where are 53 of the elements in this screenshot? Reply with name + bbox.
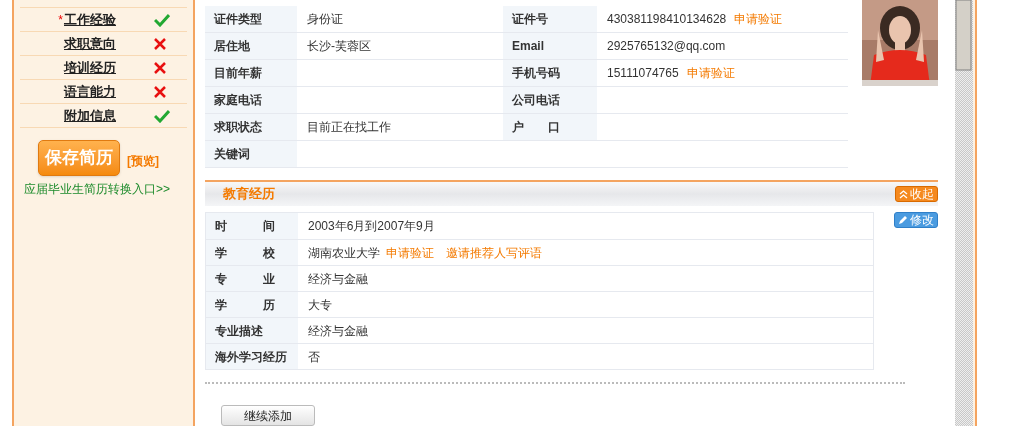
field-label: 海外学习经历 <box>206 344 298 369</box>
check-icon <box>154 12 170 27</box>
double-chevron-up-icon <box>899 189 908 199</box>
field-label: 目前年薪 <box>205 60 297 86</box>
section-link[interactable]: 工作经验 <box>64 9 154 30</box>
field-value: 经济与金融 <box>308 270 368 288</box>
section-link[interactable]: 培训经历 <box>64 57 154 78</box>
field-label: 公司电话 <box>503 87 597 113</box>
section-link[interactable]: 附加信息 <box>64 105 154 126</box>
field-label: 居住地 <box>205 33 297 59</box>
action-link[interactable]: 申请验证 <box>386 243 434 262</box>
field-label: 求职状态 <box>205 114 297 140</box>
field-label: 专业描述 <box>206 318 298 343</box>
verify-link[interactable]: 申请验证 <box>686 64 735 82</box>
field-value: 2003年6月到2007年9月 <box>308 218 435 235</box>
required-mark: * <box>58 11 63 29</box>
field-label: 学 历 <box>206 292 298 317</box>
field-value: 2925765132@qq.com <box>607 38 726 55</box>
section-title: 教育经历 <box>223 185 275 204</box>
graduate-resume-link[interactable]: 应届毕业生简历转换入口>> <box>24 180 187 198</box>
verify-link[interactable]: 申请验证 <box>734 10 783 28</box>
save-resume-button[interactable]: 保存简历 <box>38 140 120 176</box>
field-label: 证件类型 <box>205 6 297 32</box>
field-label: 手机号码 <box>503 60 597 86</box>
field-value: 长沙-芙蓉区 <box>307 38 371 55</box>
edit-button[interactable]: 修改 <box>894 212 938 228</box>
pencil-icon <box>898 215 908 225</box>
preview-link[interactable]: [预览] <box>127 152 159 170</box>
field-label: 家庭电话 <box>205 87 297 113</box>
field-value: 否 <box>308 348 320 366</box>
cross-icon <box>154 61 166 74</box>
cross-icon <box>154 85 166 98</box>
field-value: 15111074765 <box>607 65 679 82</box>
field-value: 湖南农业大学 <box>308 244 380 262</box>
field-label: Email <box>503 33 597 59</box>
field-label: 专 业 <box>206 266 298 291</box>
add-more-button[interactable]: 继续添加 <box>221 405 315 426</box>
field-value: 430381198410134628 <box>607 11 727 28</box>
field-label: 时 间 <box>206 213 298 239</box>
field-label: 户 口 <box>503 114 597 140</box>
section-link[interactable]: 求职意向 <box>64 33 154 54</box>
field-value: 经济与金融 <box>308 322 368 340</box>
collapse-button[interactable]: 收起 <box>895 186 938 202</box>
section-link[interactable]: 语言能力 <box>64 81 154 102</box>
field-value: 大专 <box>308 296 332 314</box>
field-label: 关键词 <box>205 141 297 167</box>
field-value: 身份证 <box>307 11 343 28</box>
field-value: 目前正在找工作 <box>307 119 391 136</box>
field-label: 学 校 <box>206 240 298 265</box>
check-icon <box>154 108 170 123</box>
cross-icon <box>154 37 166 50</box>
action-link[interactable]: 邀请推荐人写评语 <box>446 243 542 262</box>
field-label: 证件号 <box>503 6 597 32</box>
